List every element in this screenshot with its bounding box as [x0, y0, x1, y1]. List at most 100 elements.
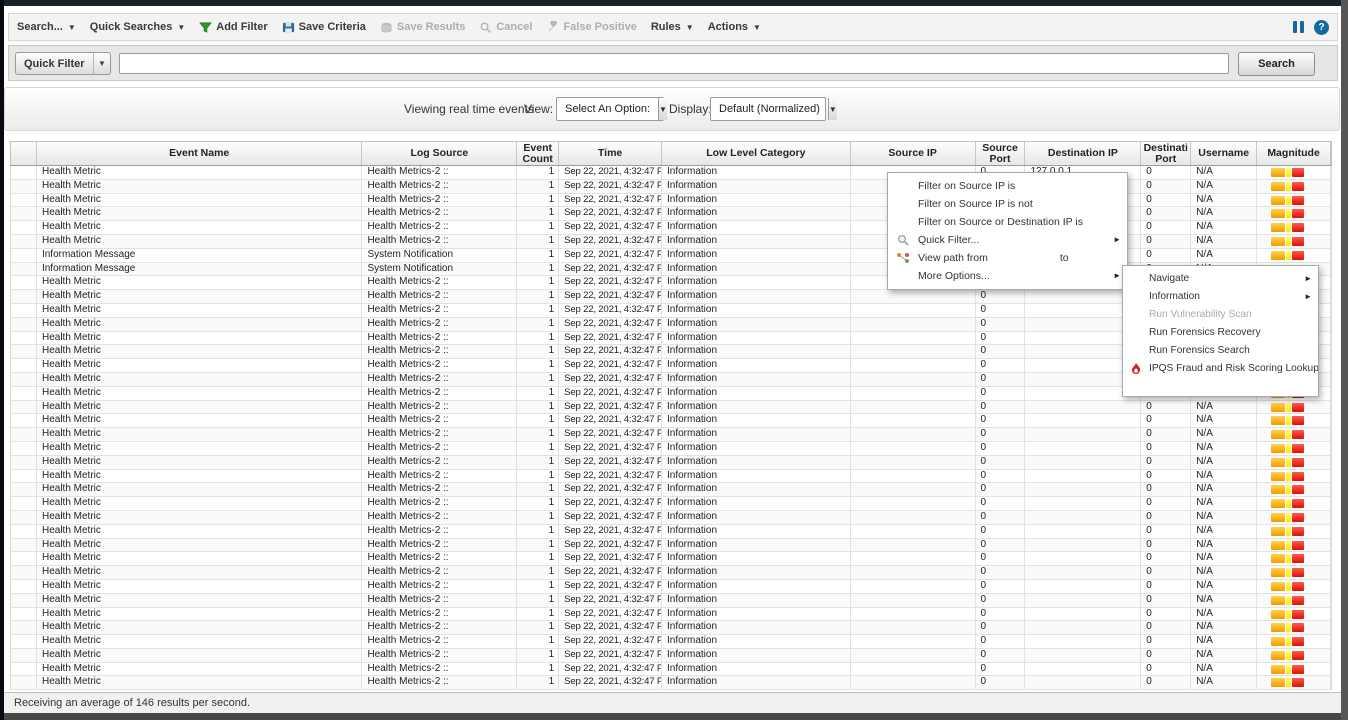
- table-row[interactable]: Health MetricHealth Metrics-2 ::1Sep 22,…: [11, 497, 1331, 511]
- table-row[interactable]: Health MetricHealth Metrics-2 ::1Sep 22,…: [11, 566, 1331, 580]
- cell-source_port: 0: [976, 304, 1026, 317]
- cell-source_port: 0: [976, 580, 1026, 593]
- menu-item-run-forensics-recovery[interactable]: Run Forensics Recovery: [1123, 324, 1318, 342]
- cell-sel: [11, 428, 37, 441]
- table-row[interactable]: Health MetricHealth Metrics-2 ::1Sep 22,…: [11, 649, 1331, 663]
- magnitude-bar: [1271, 485, 1330, 494]
- column-header-event[interactable]: Event Name: [37, 142, 363, 165]
- menu-item-filter-on-source-ip-is-not[interactable]: Filter on Source IP is not: [888, 195, 1127, 213]
- table-row[interactable]: Health MetricHealth Metrics-2 ::1Sep 22,…: [11, 483, 1331, 497]
- table-row[interactable]: Health MetricHealth Metrics-2 ::1Sep 22,…: [11, 539, 1331, 553]
- table-row[interactable]: Health MetricHealth Metrics-2 ::1Sep 22,…: [11, 552, 1331, 566]
- table-row[interactable]: Health MetricHealth Metrics-2 ::1Sep 22,…: [11, 401, 1331, 415]
- menu-item-filter-on-source-or-destination-ip-is[interactable]: Filter on Source or Destination IP is: [888, 213, 1127, 231]
- toolbar-item-label: Actions: [708, 21, 748, 33]
- toolbar-item-quick-searches[interactable]: Quick Searches▼: [90, 21, 185, 33]
- menu-item-view-path-from[interactable]: View path fromto: [888, 249, 1127, 267]
- menu-item-filter-on-source-ip-is[interactable]: Filter on Source IP is: [888, 177, 1127, 195]
- table-row[interactable]: Health MetricHealth Metrics-2 ::1Sep 22,…: [11, 221, 1331, 235]
- table-row[interactable]: Health MetricHealth Metrics-2 ::1Sep 22,…: [11, 166, 1331, 180]
- cell-sel: [11, 373, 37, 386]
- cell-category: Information: [662, 497, 851, 510]
- cell-sel: [11, 276, 37, 289]
- table-row[interactable]: Health MetricHealth Metrics-2 ::1Sep 22,…: [11, 676, 1331, 690]
- cell-magnitude: [1257, 414, 1331, 427]
- right-edge-scroll-track[interactable]: [1341, 0, 1348, 720]
- status-text: Receiving an average of 146 results per …: [14, 697, 250, 709]
- menu-item-ipqs-fraud-and-risk-scoring-lookup[interactable]: IPQS Fraud and Risk Scoring Lookup: [1123, 360, 1318, 378]
- menu-item-information[interactable]: Information►: [1123, 288, 1318, 306]
- cell-dest_ip: [1025, 456, 1141, 469]
- toolbar-item-rules[interactable]: Rules▼: [651, 21, 694, 33]
- menu-item-run-forensics-search[interactable]: Run Forensics Search: [1123, 342, 1318, 360]
- cell-event: Health Metric: [37, 414, 362, 427]
- cell-count: 1: [517, 249, 559, 262]
- cell-count: 1: [517, 180, 559, 193]
- cell-count: 1: [517, 304, 559, 317]
- table-row[interactable]: Health MetricHealth Metrics-2 ::1Sep 22,…: [11, 414, 1331, 428]
- cell-log_source: Health Metrics-2 ::: [362, 276, 517, 289]
- toolbar-item-search[interactable]: Search... ▼: [17, 21, 76, 33]
- column-header-magnitude[interactable]: Magnitude: [1257, 142, 1331, 165]
- cell-event: Health Metric: [37, 525, 362, 538]
- cell-count: 1: [517, 566, 559, 579]
- toolbar-item-add-filter[interactable]: Add Filter: [199, 21, 267, 34]
- table-row[interactable]: Health MetricHealth Metrics-2 ::1Sep 22,…: [11, 663, 1331, 677]
- cell-time: Sep 22, 2021, 4:32:47 PM: [559, 401, 662, 414]
- table-row[interactable]: Health MetricHealth Metrics-2 ::1Sep 22,…: [11, 621, 1331, 635]
- table-row[interactable]: Information MessageSystem Notification1S…: [11, 249, 1331, 263]
- table-row[interactable]: Health MetricHealth Metrics-2 ::1Sep 22,…: [11, 442, 1331, 456]
- display-select[interactable]: Default (Normalized) ▼: [710, 97, 826, 121]
- column-header-dest_port[interactable]: Destinati Port: [1141, 142, 1191, 165]
- cell-time: Sep 22, 2021, 4:32:47 PM: [559, 580, 662, 593]
- table-row[interactable]: Health MetricHealth Metrics-2 ::1Sep 22,…: [11, 580, 1331, 594]
- table-row[interactable]: Health MetricHealth Metrics-2 ::1Sep 22,…: [11, 180, 1331, 194]
- column-header-count[interactable]: Event Count: [517, 142, 559, 165]
- help-icon[interactable]: ?: [1314, 20, 1329, 35]
- quick-filter-dropdown[interactable]: Quick Filter ▼: [15, 52, 111, 75]
- menu-item-more-options[interactable]: More Options...►: [888, 267, 1127, 285]
- column-header-dest_ip[interactable]: Destination IP: [1025, 142, 1141, 165]
- column-header-username[interactable]: Username: [1191, 142, 1257, 165]
- cell-log_source: Health Metrics-2 ::: [362, 194, 517, 207]
- table-row[interactable]: Health MetricHealth Metrics-2 ::1Sep 22,…: [11, 608, 1331, 622]
- cell-dest_port: 0: [1141, 511, 1191, 524]
- table-row[interactable]: Health MetricHealth Metrics-2 ::1Sep 22,…: [11, 456, 1331, 470]
- menu-item-quick-filter[interactable]: Quick Filter...►: [888, 231, 1127, 249]
- table-row[interactable]: Health MetricHealth Metrics-2 ::1Sep 22,…: [11, 470, 1331, 484]
- search-button[interactable]: Search: [1238, 52, 1315, 76]
- table-row[interactable]: Health MetricHealth Metrics-2 ::1Sep 22,…: [11, 594, 1331, 608]
- table-row[interactable]: Health MetricHealth Metrics-2 ::1Sep 22,…: [11, 525, 1331, 539]
- toolbar-item-save-criteria[interactable]: Save Criteria: [282, 21, 366, 34]
- column-header-log_source[interactable]: Log Source: [362, 142, 517, 165]
- table-row[interactable]: Health MetricHealth Metrics-2 ::1Sep 22,…: [11, 635, 1331, 649]
- cell-magnitude: [1257, 676, 1331, 689]
- cell-magnitude: [1257, 249, 1331, 262]
- column-header-source_ip[interactable]: Source IP: [851, 142, 976, 165]
- cell-count: 1: [517, 276, 559, 289]
- view-select[interactable]: Select An Option: ▼: [556, 97, 664, 121]
- magnitude-bar: [1271, 182, 1330, 191]
- chevron-down-icon: ▼: [68, 23, 76, 32]
- cell-magnitude: [1257, 235, 1331, 248]
- table-row[interactable]: Health MetricHealth Metrics-2 ::1Sep 22,…: [11, 235, 1331, 249]
- column-header-category[interactable]: Low Level Category: [662, 142, 851, 165]
- column-header-source_port[interactable]: Source Port: [976, 142, 1026, 165]
- menu-item-navigate[interactable]: Navigate►: [1123, 270, 1318, 288]
- cell-event: Health Metric: [37, 621, 362, 634]
- pause-icon[interactable]: [1293, 21, 1304, 33]
- cell-log_source: Health Metrics-2 ::: [362, 635, 517, 648]
- toolbar-item-label: Search...: [17, 21, 63, 33]
- table-row[interactable]: Health MetricHealth Metrics-2 ::1Sep 22,…: [11, 511, 1331, 525]
- cell-event: Health Metric: [37, 166, 362, 179]
- flame-icon: [1129, 362, 1143, 376]
- table-row[interactable]: Health MetricHealth Metrics-2 ::1Sep 22,…: [11, 428, 1331, 442]
- table-row[interactable]: Health MetricHealth Metrics-2 ::1Sep 22,…: [11, 194, 1331, 208]
- cell-category: Information: [662, 428, 851, 441]
- quick-filter-input[interactable]: [119, 53, 1229, 74]
- cell-log_source: Health Metrics-2 ::: [362, 608, 517, 621]
- cell-magnitude: [1257, 663, 1331, 676]
- column-header-time[interactable]: Time: [559, 142, 662, 165]
- table-row[interactable]: Health MetricHealth Metrics-2 ::1Sep 22,…: [11, 207, 1331, 221]
- toolbar-item-actions[interactable]: Actions▼: [708, 21, 761, 33]
